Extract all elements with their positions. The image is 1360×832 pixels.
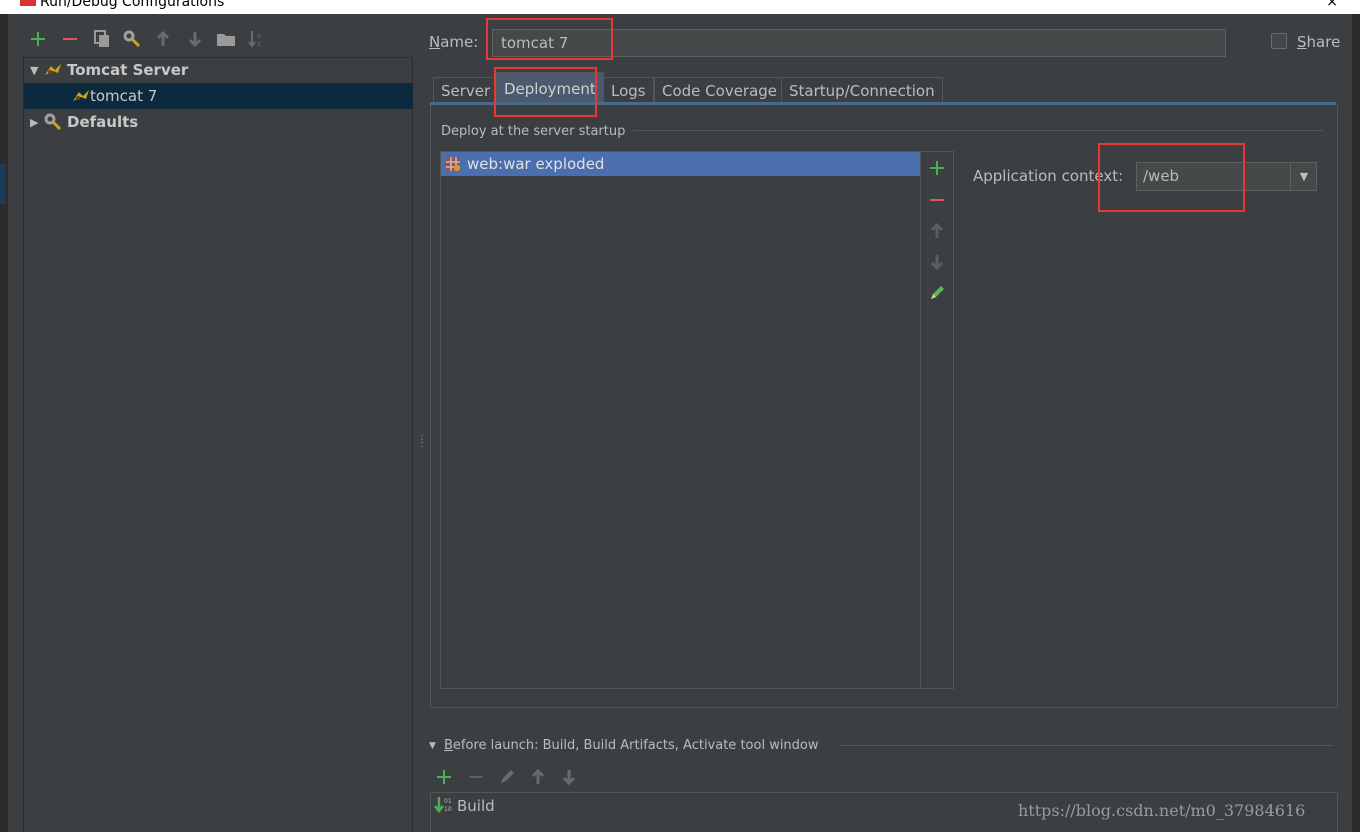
svg-text:a: a [257, 32, 261, 40]
tab-code-coverage[interactable]: Code Coverage [654, 77, 786, 103]
tree-item-defaults[interactable]: ▶ Defaults [24, 109, 413, 135]
background-ide-edge-right [1352, 14, 1360, 832]
background-selection [0, 164, 6, 204]
add-artifact-plus-icon[interactable] [926, 157, 948, 179]
wrench-icon [44, 113, 62, 131]
annotation-box-context [1098, 143, 1245, 212]
tree-item-label: Tomcat Server [67, 61, 189, 79]
section-title: Deploy at the server startup [441, 124, 626, 139]
tree-item-label: Defaults [67, 113, 139, 131]
svg-text:10: 10 [444, 806, 452, 813]
artifact-label: web:war exploded [467, 155, 605, 173]
configuration-tree [23, 57, 413, 832]
label-text: efore launch: Build, Build Artifacts, Ac… [452, 738, 819, 753]
watermark: https://blog.csdn.net/m0_37984616 [1018, 801, 1306, 820]
build-icon: 0110 [434, 797, 452, 814]
tab-startup-connection[interactable]: Startup/Connection [781, 77, 943, 103]
app-logo-icon [20, 0, 36, 6]
edit-pencil-icon[interactable] [496, 766, 518, 788]
chevron-down-icon[interactable]: ▼ [1290, 163, 1317, 190]
minus-icon[interactable] [465, 766, 487, 788]
collapse-arrow-icon[interactable]: ▶ [30, 116, 44, 129]
arrow-down-icon[interactable] [558, 766, 580, 788]
tab-server[interactable]: Server [433, 77, 499, 103]
title-bar: Run/Debug Configurations × [0, 0, 1360, 14]
share-checkbox[interactable] [1271, 33, 1287, 49]
arrow-up-icon[interactable] [527, 766, 549, 788]
mnemonic: N [429, 33, 441, 51]
plus-icon[interactable] [28, 28, 48, 50]
label-text: hare [1306, 33, 1341, 51]
share-label[interactable]: Share [1297, 33, 1340, 51]
divider [840, 745, 1334, 746]
close-icon[interactable]: × [1326, 0, 1338, 10]
tree-item-label: tomcat 7 [90, 87, 158, 105]
collapse-arrow-icon[interactable]: ▼ [429, 741, 436, 751]
copy-icon[interactable] [92, 28, 112, 50]
arrow-up-icon[interactable] [926, 220, 948, 242]
tomcat-icon [45, 64, 61, 75]
artifact-list[interactable] [440, 151, 921, 689]
folder-icon[interactable] [216, 28, 236, 50]
edit-pencil-icon[interactable] [926, 282, 948, 304]
arrow-down-icon[interactable] [926, 251, 948, 273]
sort-icon[interactable]: az [247, 28, 267, 50]
wrench-icon[interactable] [122, 28, 142, 50]
tab-logs[interactable]: Logs [603, 77, 654, 103]
annotation-box-deployment [494, 67, 597, 117]
arrow-up-icon[interactable] [153, 28, 173, 50]
svg-text:z: z [257, 40, 261, 48]
tree-item-tomcat-server[interactable]: ▼ Tomcat Server [24, 57, 413, 83]
arrow-down-icon[interactable] [185, 28, 205, 50]
annotation-box-name [486, 18, 613, 60]
divider [633, 130, 1323, 131]
list-item[interactable]: web:war exploded [441, 152, 920, 176]
artifact-icon [446, 157, 460, 171]
svg-text:01: 01 [444, 798, 452, 805]
minus-icon[interactable] [60, 28, 80, 50]
mnemonic: B [444, 738, 453, 753]
plus-icon[interactable] [433, 766, 455, 788]
window-title: Run/Debug Configurations [40, 0, 225, 10]
before-launch-label[interactable]: Before launch: Build, Build Artifacts, A… [444, 738, 819, 753]
tree-item-tomcat-7[interactable]: tomcat 7 [24, 83, 413, 109]
mnemonic: S [1297, 33, 1307, 51]
tomcat-icon [73, 90, 89, 101]
name-label: Name: [429, 33, 478, 51]
remove-artifact-minus-icon[interactable] [926, 189, 948, 211]
background-ide-edge [0, 14, 8, 832]
expand-arrow-icon[interactable]: ▼ [30, 64, 44, 77]
panel-splitter-handle[interactable]: ⋮⋮ [417, 435, 427, 454]
list-item[interactable]: Build [457, 797, 495, 815]
label-text: ame: [440, 33, 479, 51]
